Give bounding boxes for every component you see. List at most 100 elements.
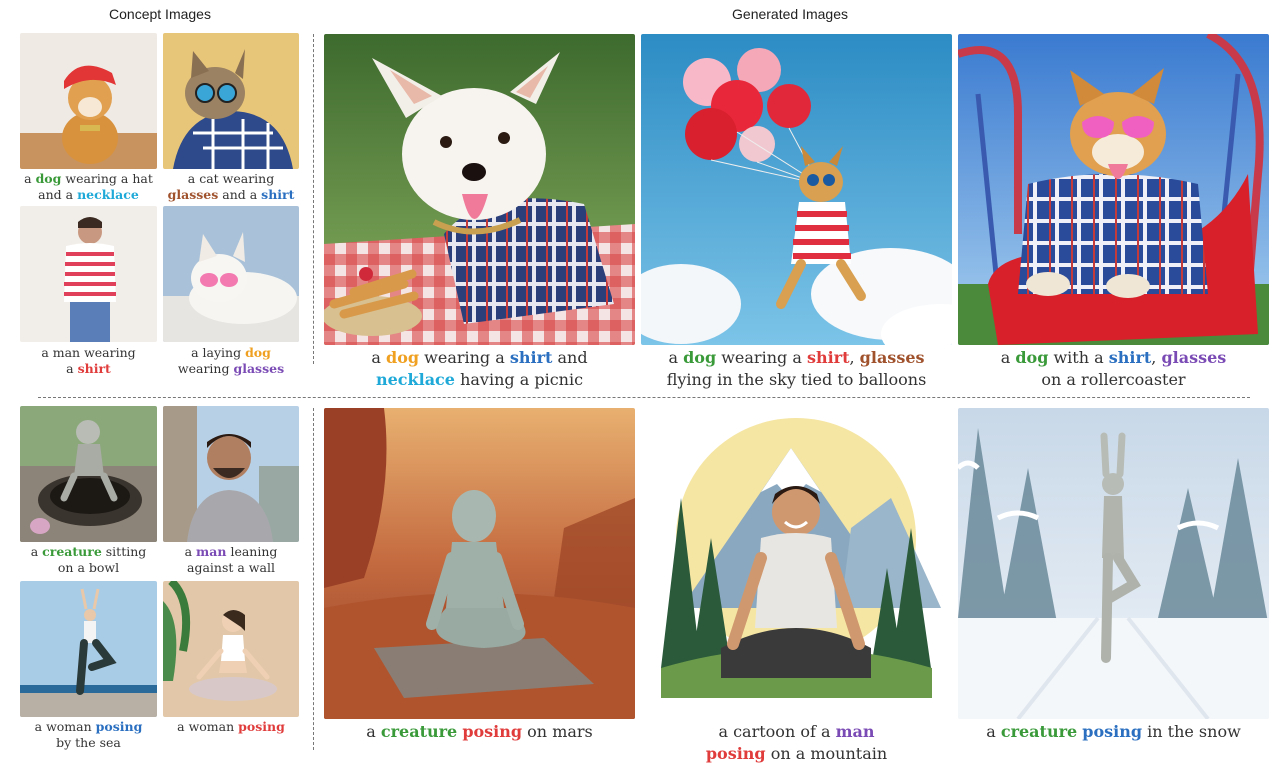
caption-line: a creature posing in the snow <box>958 721 1269 743</box>
caption-line: a woman posing <box>10 719 167 735</box>
caption-text: a cartoon of a <box>718 722 836 741</box>
caption-line: a dog wearing a shirt, glasses <box>641 347 952 369</box>
concept-image-dog-laying <box>163 206 299 342</box>
caption-line: by the sea <box>10 735 167 751</box>
caption-line: glasses and a shirt <box>153 187 309 203</box>
caption-line: flying in the sky tied to balloons <box>641 369 952 391</box>
caption-keyword: shirt <box>77 361 111 377</box>
caption-text: a laying <box>191 345 246 360</box>
concept-caption-dog-laying: a laying dog wearing glasses <box>153 345 309 378</box>
generated-image-creature-mars <box>324 408 635 719</box>
caption-keyword: creature <box>1000 722 1078 741</box>
caption-keyword: shirt <box>509 348 553 367</box>
caption-text: a woman <box>177 719 239 734</box>
caption-keyword: necklace <box>77 187 139 203</box>
concept-caption-woman-sea: a woman posing by the sea <box>10 719 167 752</box>
caption-line: a shirt <box>10 361 167 377</box>
vertical-divider-top <box>313 34 314 364</box>
generated-caption-dog-rollercoaster: a dog with a shirt, glasses on a rollerco… <box>958 347 1269 392</box>
caption-line: posing on a mountain <box>641 743 952 765</box>
caption-text: on a mountain <box>765 744 888 764</box>
caption-text: a <box>986 722 1001 741</box>
concept-caption-cat-glasses: a cat wearing glasses and a shirt <box>153 171 309 204</box>
generated-image-dog-picnic <box>324 34 635 345</box>
caption-line: a laying dog <box>153 345 309 361</box>
caption-keyword: creature <box>42 544 102 559</box>
caption-text: sitting <box>101 544 147 559</box>
caption-line: a cat wearing <box>153 171 309 187</box>
caption-text: and a <box>38 187 78 203</box>
caption-text: wearing a <box>716 348 807 367</box>
generated-caption-creature-mars: a creature posing on mars <box>324 721 635 743</box>
concept-image-dog-hat <box>20 33 157 169</box>
caption-text: a woman <box>34 719 96 734</box>
caption-keyword: shirt <box>261 187 295 203</box>
concept-caption-creature-bowl: a creature sitting on a bowl <box>10 544 167 577</box>
caption-text: a cat wearing <box>187 171 275 186</box>
caption-text: a <box>66 361 78 377</box>
caption-keyword: posing <box>1082 722 1143 741</box>
caption-line: and a necklace <box>10 187 167 203</box>
caption-keyword: posing <box>95 719 143 734</box>
caption-text: and a <box>218 187 262 203</box>
caption-text: , <box>1151 348 1162 367</box>
caption-keyword: glasses <box>1161 348 1227 367</box>
caption-keyword: posing <box>238 719 285 734</box>
concept-caption-dog-hat: a dog wearing a hat and a necklace <box>10 171 167 204</box>
caption-text: wearing a <box>419 348 510 367</box>
caption-keyword: necklace <box>375 370 455 390</box>
concept-caption-man-shirt: a man wearing a shirt <box>10 345 167 378</box>
caption-text: leaning <box>226 544 278 559</box>
generated-caption-dog-picnic: a dog wearing a shirt and necklace having… <box>324 347 635 392</box>
concept-image-man-wall <box>163 406 299 542</box>
caption-text: a <box>184 544 197 559</box>
generated-caption-dog-balloons: a dog wearing a shirt, glasses flying in … <box>641 347 952 392</box>
caption-keyword: dog <box>386 348 420 367</box>
concept-image-woman-sea <box>20 581 157 717</box>
generated-image-creature-snow <box>958 408 1269 719</box>
caption-keyword: dog <box>35 171 62 186</box>
caption-text: a <box>1000 348 1016 367</box>
caption-text: a <box>30 544 43 559</box>
caption-keyword: man <box>196 544 227 559</box>
caption-text: a man wearing <box>41 345 136 360</box>
caption-line: a dog wearing a shirt and <box>324 347 635 369</box>
vertical-divider-bottom <box>313 408 314 750</box>
caption-text: in the snow <box>1142 722 1241 741</box>
caption-line: a woman posing <box>153 719 309 735</box>
horizontal-divider <box>38 397 1250 398</box>
generated-image-dog-rollercoaster <box>958 34 1269 345</box>
caption-line: on a rollercoaster <box>958 369 1269 391</box>
caption-keyword: shirt <box>1108 348 1152 367</box>
caption-line: a man leaning <box>153 544 309 560</box>
caption-text: against a wall <box>187 560 275 576</box>
concept-image-woman-posing <box>163 581 299 717</box>
caption-keyword: glasses <box>233 361 285 377</box>
caption-text: by the sea <box>56 735 121 751</box>
generated-image-man-mountain <box>641 408 952 719</box>
caption-text: a <box>668 348 684 367</box>
concept-image-man-shirt <box>20 206 157 342</box>
caption-line: wearing glasses <box>153 361 309 377</box>
caption-text: with a <box>1048 348 1109 367</box>
caption-text: a <box>24 171 36 186</box>
generated-caption-creature-snow: a creature posing in the snow <box>958 721 1269 743</box>
caption-text: flying in the sky tied to balloons <box>666 370 927 390</box>
concept-image-cat-glasses <box>163 33 299 169</box>
concept-images-header: Concept Images <box>109 6 211 22</box>
caption-keyword: glasses <box>167 187 219 203</box>
caption-line: against a wall <box>153 560 309 576</box>
caption-keyword: dog <box>1015 348 1049 367</box>
caption-keyword: glasses <box>859 348 925 367</box>
caption-text: wearing a hat <box>61 171 153 186</box>
caption-keyword: posing <box>705 744 766 764</box>
caption-keyword: dog <box>683 348 717 367</box>
generated-image-dog-balloons <box>641 34 952 345</box>
caption-keyword: shirt <box>806 348 850 367</box>
caption-text: on a rollercoaster <box>1041 370 1186 390</box>
caption-line: on a bowl <box>10 560 167 576</box>
caption-keyword: creature <box>380 722 458 741</box>
caption-line: a dog wearing a hat <box>10 171 167 187</box>
caption-text: wearing <box>177 361 234 377</box>
caption-text: on a bowl <box>57 560 120 576</box>
